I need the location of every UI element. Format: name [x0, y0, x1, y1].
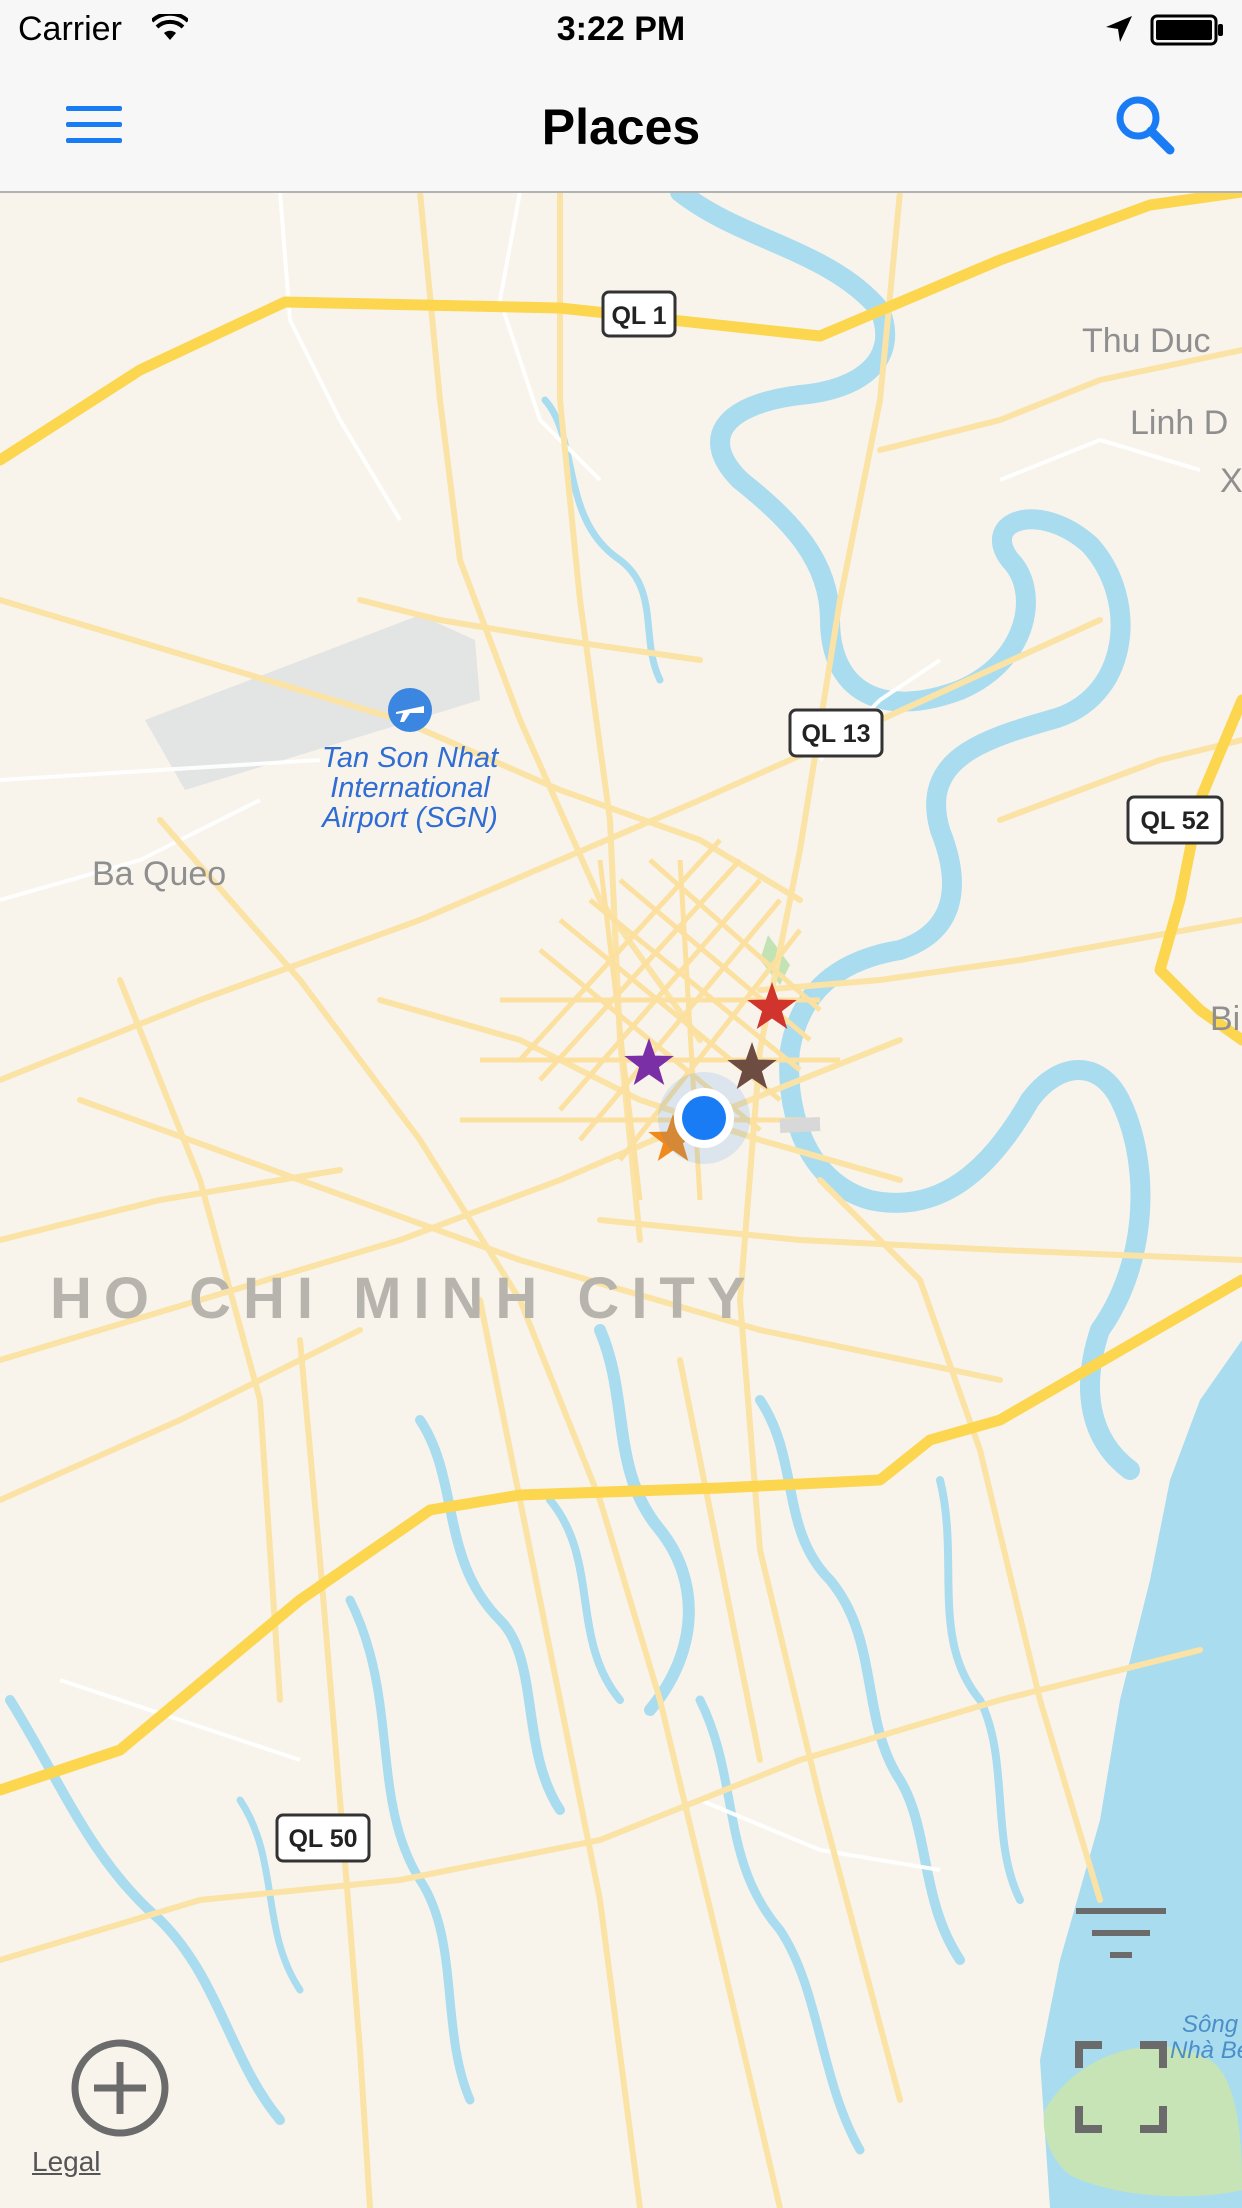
status-bar: Carrier 3:22 PM: [0, 0, 1242, 60]
place-label-nha-be: Nhà Bè: [1170, 2037, 1242, 2064]
road-label-ql50: QL 50: [288, 1825, 357, 1853]
road-label-ql52: QL 52: [1140, 807, 1209, 835]
road-shield-ql1: QL 1: [601, 290, 677, 338]
place-label-song: Sông: [1182, 2011, 1239, 2038]
battery-icon: [1150, 14, 1223, 46]
place-label-thu-duc: Thu Duc: [1082, 322, 1211, 360]
road-shield-ql13: QL 13: [788, 708, 884, 758]
city-label: HO CHI MINH CITY: [50, 1266, 758, 1331]
filter-lines-icon[interactable]: [1074, 1900, 1168, 1970]
current-location-dot: [658, 1072, 750, 1164]
place-label-bi: Bi: [1210, 1000, 1240, 1038]
road-shield-ql52: QL 52: [1126, 795, 1224, 845]
location-arrow-icon: [1106, 16, 1132, 42]
road-label-ql13: QL 13: [801, 720, 870, 748]
page-title: Places: [541, 99, 701, 155]
place-label-x: X: [1220, 462, 1242, 500]
road-label-ql1: QL 1: [611, 302, 666, 330]
airport-label-line3: Airport (SGN): [320, 802, 498, 834]
clock: 3:22 PM: [556, 10, 686, 48]
airport-label-line1: Tan Son Nhat: [322, 742, 500, 774]
zoom-in-plus-icon[interactable]: [68, 2036, 172, 2140]
road-shield-ql50: QL 50: [275, 1813, 371, 1863]
fullscreen-corners-icon[interactable]: [1074, 2040, 1168, 2134]
navigation-bar: Places: [0, 60, 1242, 193]
legal-link[interactable]: Legal: [32, 2146, 101, 2178]
place-label-linh: Linh D: [1130, 404, 1228, 442]
map-view[interactable]: QL 1 QL 13 QL 52 QL 50 Thu Duc Linh D X …: [0, 192, 1242, 2208]
place-label-ba-queo: Ba Queo: [92, 855, 226, 893]
bridge: [779, 1117, 821, 1133]
airport-label-line2: International: [330, 772, 491, 804]
airport-marker[interactable]: [388, 688, 432, 732]
search-icon[interactable]: [1110, 90, 1180, 160]
